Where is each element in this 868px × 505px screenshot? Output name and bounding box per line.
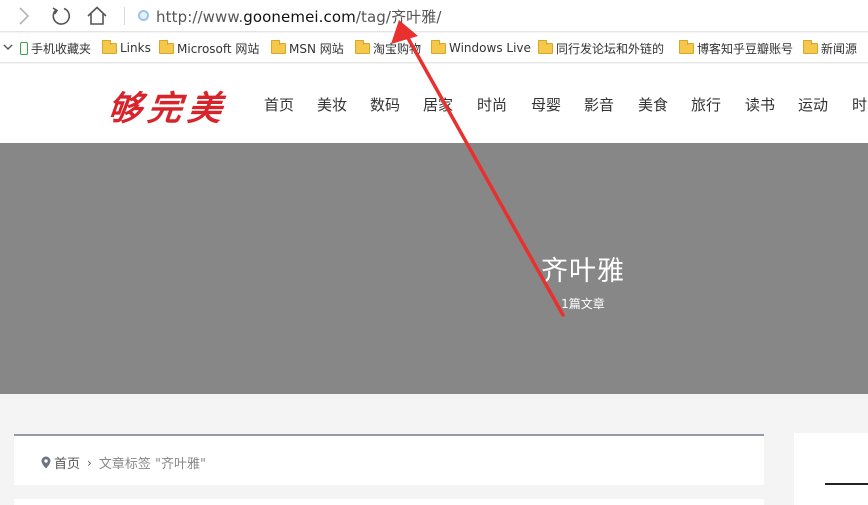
url-prefix: http://www. [156, 8, 244, 26]
sidebar-card [794, 433, 868, 505]
bookmark-news[interactable]: 新闻源 [803, 39, 858, 56]
breadcrumb-card: 首页 › 文章标签 "齐叶雅" [14, 434, 764, 485]
toolbar-separator [124, 7, 125, 25]
tag-title: 齐叶雅 [541, 256, 625, 287]
folder-icon [538, 39, 553, 54]
breadcrumb: 首页 › 文章标签 "齐叶雅" [41, 453, 206, 472]
folder-icon [803, 39, 818, 54]
folder-icon [355, 39, 370, 54]
sidebar-heading-underline [825, 483, 868, 485]
site-header: 够完美 首页 美妆 数码 居家 时尚 母婴 影音 美食 旅行 读书 运动 时 [0, 64, 868, 143]
nav-item-media[interactable]: 影音 [584, 94, 614, 115]
nav-item-food[interactable]: 美食 [638, 94, 668, 115]
address-bar: http://www.goonemei.com/tag/齐叶雅/ [0, 0, 868, 32]
bookmark-label: 手机收藏夹 [31, 41, 92, 56]
article-count: 1篇文章 [561, 297, 605, 311]
nav-item-home-living[interactable]: 居家 [423, 94, 453, 115]
nav-item-digital[interactable]: 数码 [370, 94, 400, 115]
forward-button[interactable] [10, 3, 36, 29]
nav-item-travel[interactable]: 旅行 [691, 94, 721, 115]
content-card [14, 499, 764, 505]
phone-icon [20, 41, 28, 55]
nav-item-baby[interactable]: 母婴 [531, 94, 561, 115]
refresh-button[interactable] [48, 3, 74, 29]
nav-item-home[interactable]: 首页 [264, 94, 294, 115]
bookmark-label: Windows Live [449, 41, 531, 55]
bookmark-label: MSN 网站 [289, 41, 344, 56]
breadcrumb-home-link[interactable]: 首页 [54, 453, 80, 472]
bookmark-microsoft[interactable]: Microsoft 网站 [159, 39, 260, 56]
bookmark-label: 同行发论坛和外链的 [556, 41, 665, 56]
breadcrumb-current: 文章标签 "齐叶雅" [98, 457, 206, 472]
bookmark-label: 新闻源 [821, 41, 858, 56]
bookmarks-bar: 手机收藏夹 Links Microsoft 网站 MSN 网站 淘宝购物 Win… [0, 33, 868, 63]
bookmark-windows-live[interactable]: Windows Live [431, 39, 531, 56]
bookmark-label: 博客知乎豆瓣账号 [697, 41, 794, 56]
bookmark-accounts[interactable]: 博客知乎豆瓣账号 [679, 39, 794, 56]
url-field[interactable]: http://www.goonemei.com/tag/齐叶雅/ [156, 6, 442, 27]
home-icon [87, 6, 107, 25]
bookmark-label: 淘宝购物 [373, 41, 422, 56]
folder-icon [159, 39, 174, 54]
page-info-icon[interactable] [138, 10, 149, 21]
url-path: /tag/齐叶雅/ [355, 8, 442, 26]
nav-item-beauty[interactable]: 美妆 [317, 94, 347, 115]
breadcrumb-separator: › [87, 455, 92, 470]
nav-item-more[interactable]: 时 [852, 94, 867, 115]
chevron-down-icon[interactable] [3, 42, 13, 52]
location-pin-icon [41, 456, 51, 469]
chevron-right-icon [19, 7, 30, 25]
site-logo[interactable]: 够完美 [105, 81, 230, 130]
refresh-icon [52, 7, 71, 25]
bookmark-label: Microsoft 网站 [177, 41, 260, 56]
nav-item-sports[interactable]: 运动 [798, 94, 828, 115]
tag-banner: 齐叶雅 1篇文章 [0, 143, 868, 394]
nav-item-fashion[interactable]: 时尚 [477, 94, 507, 115]
bookmark-mobile[interactable]: 手机收藏夹 [20, 40, 91, 56]
folder-icon [271, 39, 286, 54]
bookmark-taobao[interactable]: 淘宝购物 [355, 39, 422, 56]
folder-icon [102, 39, 117, 54]
home-button[interactable] [84, 3, 110, 29]
nav-item-reading[interactable]: 读书 [745, 94, 775, 115]
bookmark-label: Links [120, 41, 151, 55]
url-domain: goonemei.com [243, 8, 356, 26]
bookmark-forums[interactable]: 同行发论坛和外链的 [538, 39, 665, 56]
bookmark-msn[interactable]: MSN 网站 [271, 39, 344, 56]
bookmark-links[interactable]: Links [102, 39, 151, 56]
folder-icon [679, 39, 694, 54]
folder-icon [431, 39, 446, 54]
